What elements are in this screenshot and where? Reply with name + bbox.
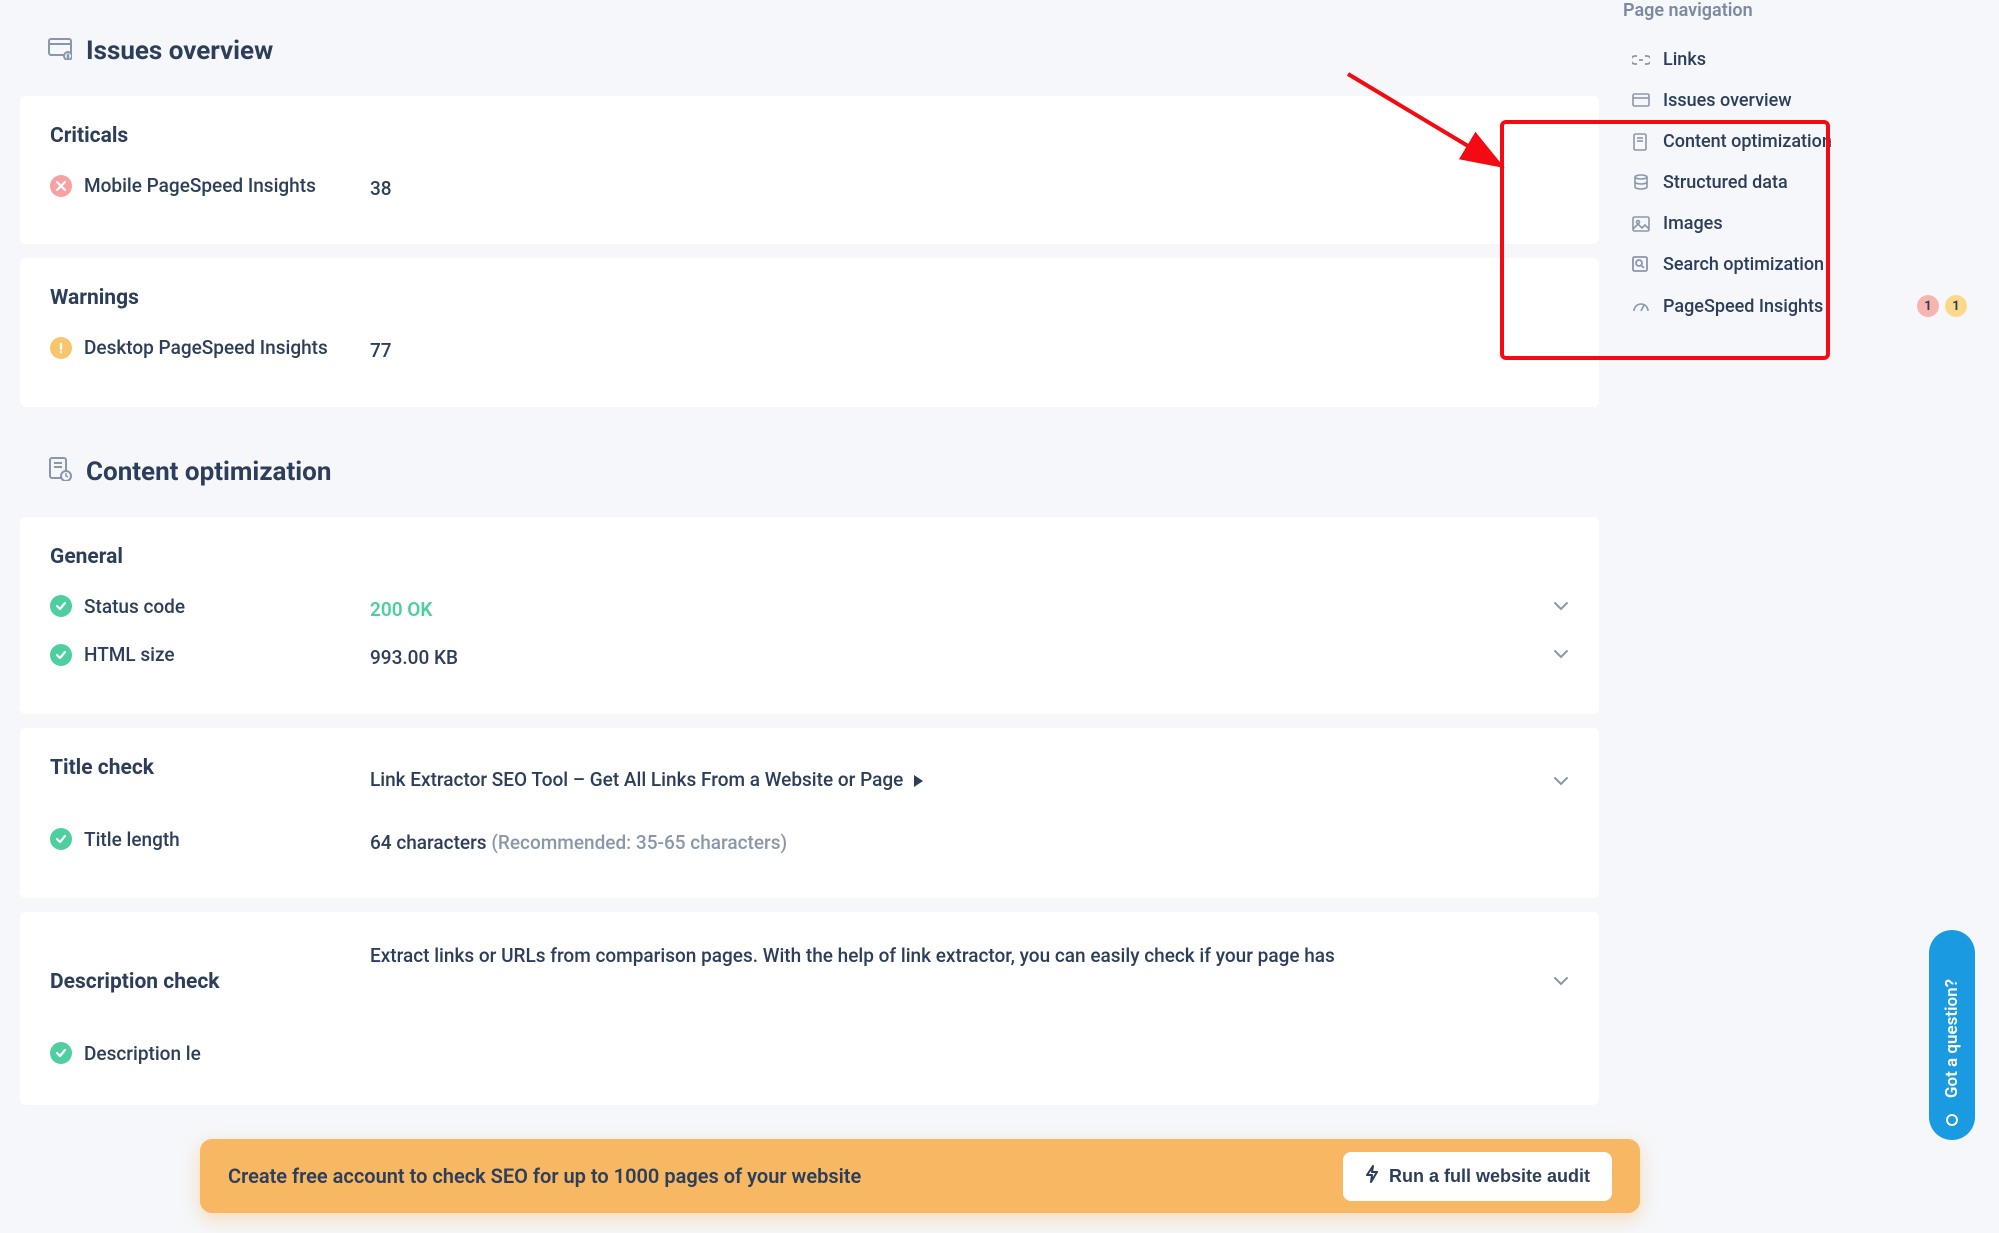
description-length-row: Description le: [50, 1042, 1569, 1065]
database-icon: [1631, 174, 1651, 192]
nav-label: PageSpeed Insights: [1663, 296, 1823, 317]
title-length-label: Title length: [84, 828, 180, 851]
nav-item-links[interactable]: Links: [1619, 39, 1979, 80]
title-length-value: 64 characters: [370, 831, 487, 854]
got-a-question-tab[interactable]: Got a question?: [1929, 930, 1975, 1140]
nav-item-content-optimization[interactable]: Content optimization: [1619, 121, 1979, 162]
chevron-down-icon[interactable]: [1529, 643, 1569, 664]
status-code-row[interactable]: Status code 200 OK: [50, 595, 1569, 625]
description-check-card: Description check Extract links or URLs …: [20, 912, 1599, 1105]
critical-label: Mobile PageSpeed Insights: [84, 174, 316, 197]
general-heading: General: [50, 545, 1569, 569]
chevron-down-icon[interactable]: [1529, 940, 1569, 991]
content-icon: [48, 457, 72, 486]
warning-value: 77: [370, 336, 1569, 366]
search-icon: [1631, 256, 1651, 274]
issues-overview-title: Issues overview: [86, 36, 273, 66]
issues-icon: i: [48, 38, 72, 65]
warnings-card: Warnings Desktop PageSpeed Insights 77: [20, 258, 1599, 406]
title-check-heading: Title check: [50, 756, 370, 780]
nav-label: Structured data: [1663, 172, 1788, 193]
run-audit-button[interactable]: Run a full website audit: [1343, 1152, 1612, 1201]
check-icon: [50, 1042, 72, 1064]
html-size-row[interactable]: HTML size 993.00 KB: [50, 643, 1569, 673]
banner-text: Create free account to check SEO for up …: [228, 1164, 861, 1188]
title-length-recommended: (Recommended: 35-65 characters): [491, 831, 787, 854]
warning-row[interactable]: Desktop PageSpeed Insights 77: [50, 336, 1569, 366]
badge-critical: 1: [1917, 295, 1939, 317]
critical-icon: [50, 175, 72, 197]
html-size-label: HTML size: [84, 643, 175, 666]
status-code-value: 200 OK: [370, 598, 432, 621]
critical-value: 38: [370, 174, 1569, 204]
title-check-header-row[interactable]: Title check Link Extractor SEO Tool – Ge…: [50, 756, 1569, 806]
description-check-heading: Description check: [50, 970, 370, 994]
chevron-down-icon[interactable]: [1529, 595, 1569, 616]
cta-banner: Create free account to check SEO for up …: [200, 1139, 1640, 1213]
nav-item-structured-data[interactable]: Structured data: [1619, 162, 1979, 203]
title-length-row: Title length 64 characters (Recommended:…: [50, 828, 1569, 858]
criticals-heading: Criticals: [50, 124, 1569, 148]
nav-item-search-optimization[interactable]: Search optimization: [1619, 244, 1979, 285]
check-icon: [50, 644, 72, 666]
lightning-icon: [1365, 1165, 1379, 1188]
play-icon: [914, 775, 923, 787]
nav-label: Links: [1663, 49, 1706, 70]
speed-icon: [1631, 299, 1651, 313]
html-size-value: 993.00 KB: [370, 643, 1529, 673]
warning-label: Desktop PageSpeed Insights: [84, 336, 328, 359]
nav-label: Search optimization: [1663, 254, 1824, 275]
nav-item-images[interactable]: Images: [1619, 203, 1979, 244]
nav-label: Images: [1663, 213, 1723, 234]
nav-label: Content optimization: [1663, 131, 1832, 152]
issues-overview-header: i Issues overview: [20, 0, 1599, 96]
image-icon: [1631, 216, 1651, 232]
title-text: Link Extractor SEO Tool – Get All Links …: [370, 768, 903, 791]
check-icon: [50, 828, 72, 850]
status-code-label: Status code: [84, 595, 185, 618]
page-navigation-title: Page navigation: [1623, 0, 1979, 21]
banner-button-label: Run a full website audit: [1389, 1166, 1590, 1187]
content-optimization-title: Content optimization: [86, 457, 331, 487]
warnings-heading: Warnings: [50, 286, 1569, 310]
content-optimization-header: Content optimization: [20, 421, 1599, 517]
badge-warning: 1: [1945, 295, 1967, 317]
criticals-card: Criticals Mobile PageSpeed Insights 38: [20, 96, 1599, 244]
issues-icon: [1631, 93, 1651, 109]
critical-row[interactable]: Mobile PageSpeed Insights 38: [50, 174, 1569, 204]
title-check-card: Title check Link Extractor SEO Tool – Ge…: [20, 728, 1599, 898]
chevron-down-icon[interactable]: [1529, 770, 1569, 791]
nav-label: Issues overview: [1663, 90, 1792, 111]
circle-icon: [1946, 1114, 1958, 1126]
content-icon: [1631, 133, 1651, 151]
description-text: Extract links or URLs from comparison pa…: [370, 940, 1529, 971]
link-icon: [1631, 54, 1651, 66]
check-icon: [50, 595, 72, 617]
general-card: General Status code 200 OK: [20, 517, 1599, 714]
warning-icon: [50, 337, 72, 359]
description-check-row[interactable]: Description check Extract links or URLs …: [50, 940, 1569, 1020]
description-length-label: Description le: [84, 1042, 201, 1065]
nav-item-pagespeed[interactable]: PageSpeed Insights 1 1: [1619, 285, 1979, 327]
question-tab-label: Got a question?: [1942, 979, 1962, 1098]
nav-item-issues[interactable]: Issues overview: [1619, 80, 1979, 121]
